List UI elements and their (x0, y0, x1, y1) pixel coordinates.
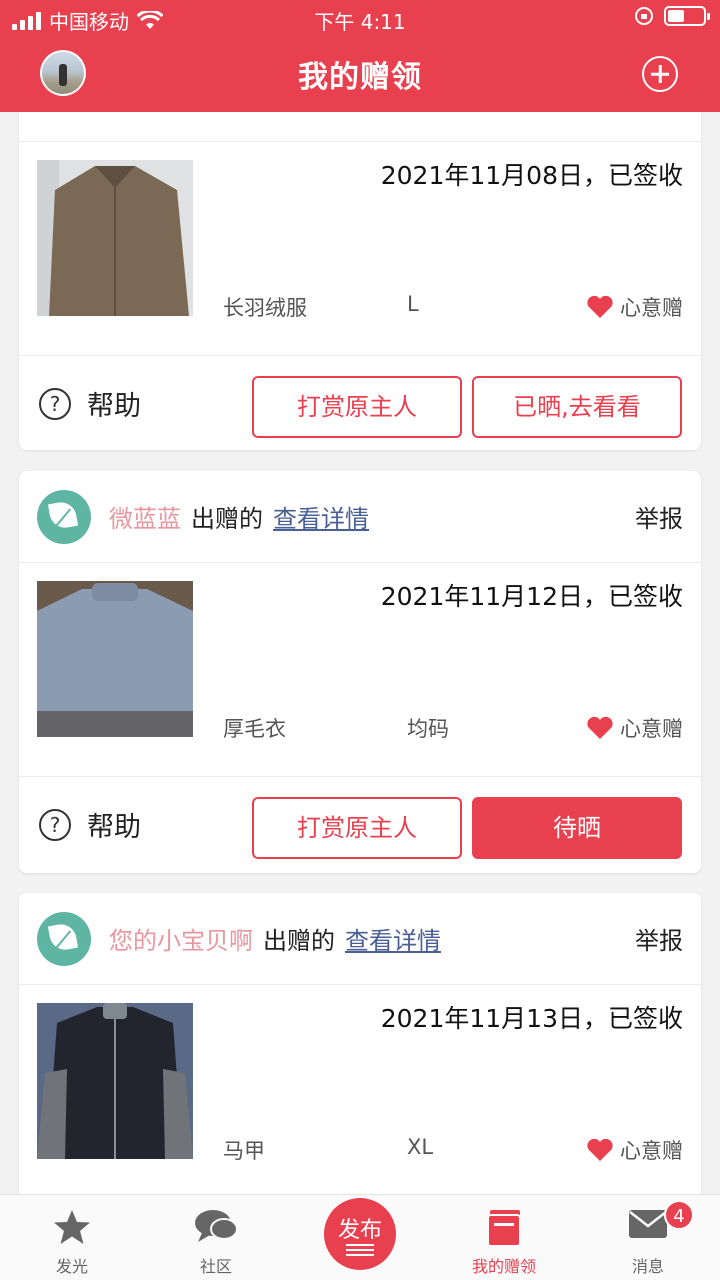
pending-show-button[interactable]: 待晒 (472, 797, 682, 859)
star-icon (54, 1210, 90, 1244)
donor-name[interactable]: 您的小宝贝啊 (109, 921, 253, 956)
mail-icon (629, 1210, 667, 1238)
heart-icon (587, 716, 613, 739)
item-name: 长羽绒服 (223, 296, 307, 320)
tab-label: 我的赠领 (471, 1257, 536, 1276)
battery-icon (664, 6, 710, 26)
item-size: XL (407, 1135, 434, 1159)
status-bar: 中国移动 下午 4:11 (0, 0, 720, 36)
card-footer: ? 帮助 打赏原主人 已晒,去看看 (19, 356, 701, 450)
sign-date: 2021年11月13日，已签收 (380, 1004, 683, 1033)
publish-icon (346, 1244, 374, 1256)
publish-label: 发布 (337, 1218, 382, 1243)
tip-owner-button[interactable]: 打赏原主人 (252, 797, 462, 859)
publish-button[interactable]: 发布 (324, 1198, 396, 1270)
tip-owner-button[interactable]: 打赏原主人 (252, 376, 462, 438)
report-button[interactable]: 举报 (635, 921, 683, 956)
message-badge: 4 (664, 1200, 694, 1230)
tab-messages[interactable]: 消息 (576, 1195, 720, 1280)
report-button[interactable]: 举报 (635, 499, 683, 534)
question-icon: ? (39, 808, 71, 841)
tab-label: 社区 (199, 1257, 232, 1276)
leaf-avatar-icon (37, 489, 91, 544)
item-thumbnail[interactable] (37, 581, 193, 737)
card-body: 2021年11月13日，已签收 马甲 XL 心意赠 (19, 985, 701, 1199)
view-detail-link[interactable]: 查看详情 (345, 921, 441, 956)
status-time: 下午 4:11 (314, 10, 406, 34)
card-header: 您的小宝贝啊 出赠的 查看详情 举报 (19, 893, 701, 985)
tab-shine[interactable]: 发光 (0, 1195, 144, 1280)
tab-label: 发光 (55, 1257, 88, 1276)
help-label: 帮助 (87, 812, 141, 843)
heart-icon (587, 295, 613, 318)
sign-date: 2021年11月12日，已签收 (380, 582, 683, 611)
card-footer: ? 帮助 打赏原主人 待晒 (19, 777, 701, 873)
chat-icon (195, 1210, 238, 1242)
tab-community[interactable]: 社区 (144, 1195, 288, 1280)
help-label: 帮助 (87, 391, 141, 422)
gave-label: 出赠的 (263, 927, 335, 955)
heart-icon (587, 1138, 613, 1161)
donor-name[interactable]: 微蓝蓝 (109, 499, 181, 534)
status-right (634, 6, 710, 26)
gift-type-label: 心意赠 (620, 717, 683, 741)
view-showcase-button[interactable]: 已晒,去看看 (472, 376, 682, 438)
item-size: L (407, 292, 419, 316)
card-body: 2021年11月08日，已签收 长羽绒服 L 心意赠 (19, 142, 701, 356)
view-detail-link[interactable]: 查看详情 (273, 499, 369, 534)
help-link[interactable]: ? 帮助 (39, 805, 141, 844)
sign-date: 2021年11月08日，已签收 (380, 161, 683, 190)
item-thumbnail[interactable] (37, 1003, 193, 1159)
item-name: 厚毛衣 (223, 717, 286, 741)
gift-card: 您的小宝贝啊 出赠的 查看详情 举报 2021年11月13日，已签收 马甲 XL… (19, 893, 701, 1213)
question-icon: ? (39, 387, 71, 420)
gift-box-icon (487, 1210, 521, 1247)
leaf-avatar-icon (37, 911, 91, 966)
gift-type-label: 心意赠 (620, 1139, 683, 1163)
tab-label: 消息 (631, 1257, 664, 1276)
help-link[interactable]: ? 帮助 (39, 384, 141, 423)
gift-type: 心意赠 (586, 292, 683, 322)
add-icon[interactable] (642, 56, 678, 92)
gift-card: 微蓝蓝 出赠的 查看详情 举报 2021年11月12日，已签收 厚毛衣 均码 心… (19, 471, 701, 873)
card-header: 微蓝蓝 出赠的 查看详情 举报 (19, 471, 701, 563)
gave-label: 出赠的 (191, 505, 263, 533)
tab-my-gifts[interactable]: 我的赠领 (432, 1195, 576, 1280)
gift-type-label: 心意赠 (620, 296, 683, 320)
rotation-lock-icon (635, 7, 653, 25)
item-thumbnail[interactable] (37, 160, 193, 316)
item-size: 均码 (407, 717, 449, 741)
gift-type: 心意赠 (586, 1135, 683, 1165)
page-title: 我的赠领 (298, 60, 422, 95)
item-name: 马甲 (223, 1139, 265, 1163)
gift-type: 心意赠 (586, 713, 683, 743)
card-body: 2021年11月12日，已签收 厚毛衣 均码 心意赠 (19, 563, 701, 777)
top-header: 中国移动 下午 4:11 我的赠领 (0, 0, 720, 112)
